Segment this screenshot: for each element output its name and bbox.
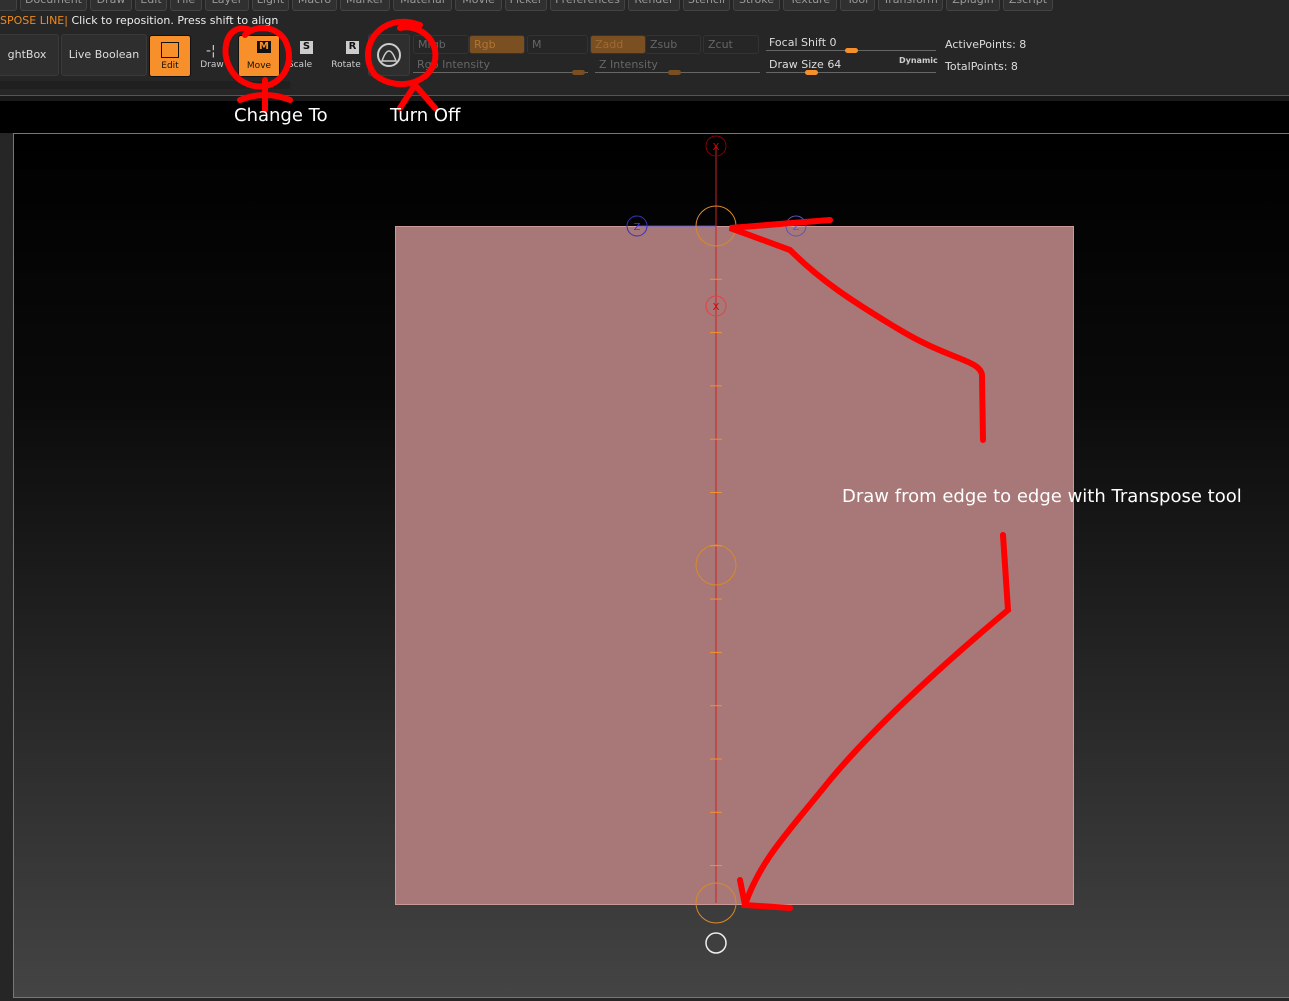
annotation-turn-off: Turn Off <box>390 105 461 126</box>
end-point-circle[interactable] <box>705 932 727 954</box>
annotation-scribbles <box>222 18 1012 911</box>
annotation-circle-move <box>222 25 293 113</box>
x-label: X <box>713 142 720 153</box>
annotation-arrow-bottom <box>737 532 1012 911</box>
annotation-circle-gizmo <box>364 18 439 111</box>
annotation-instruction: Draw from edge to edge with Transpose to… <box>842 486 1242 507</box>
z-label: Z <box>634 222 641 233</box>
annotation-arrow-top <box>728 217 986 443</box>
x-label: X <box>713 302 720 313</box>
annotation-change-to: Change To <box>234 105 328 126</box>
